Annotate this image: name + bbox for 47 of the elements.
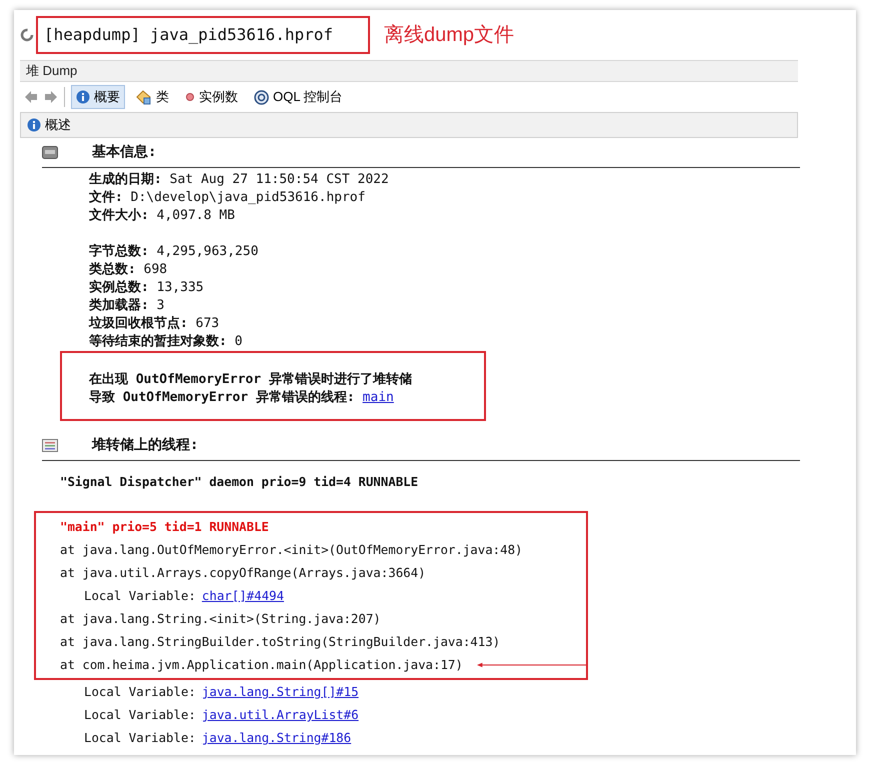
list-icon <box>42 439 58 452</box>
back-icon[interactable] <box>24 90 38 104</box>
annotation-text: 离线dump文件 <box>384 23 514 48</box>
toolbar-tab[interactable]: OQL 控制台 <box>249 85 348 109</box>
local-variable-label: Local Variable: <box>84 729 196 747</box>
info-icon <box>27 118 41 132</box>
info-row: 文件大小: 4,097.8 MB <box>89 207 235 225</box>
stack-frame: at java.lang.OutOfMemoryError.<init>(OutOfMemoryError.java:48) <box>60 538 523 561</box>
thread-link[interactable]: main <box>362 390 394 405</box>
section-heading: 堆转储上的线程: <box>92 436 198 455</box>
loading-icon <box>20 28 34 42</box>
memory-chip-icon <box>42 146 58 159</box>
variable-link[interactable]: char[]#4494 <box>202 584 284 607</box>
info-row: 等待结束的暂挂对象数: 0 <box>89 333 242 351</box>
oom-thread-message: 导致 OutOfMemoryError 异常错误的线程: main <box>89 389 394 407</box>
forward-icon[interactable] <box>44 90 58 104</box>
info-row: 生成的日期: Sat Aug 27 11:50:54 CST 2022 <box>89 171 389 189</box>
thread-header: "main" prio=5 tid=1 RUNNABLE <box>60 518 269 536</box>
info-row: 字节总数: 4,295,963,250 <box>89 243 258 261</box>
tab-header[interactable]: 堆 Dump <box>20 60 798 82</box>
section-heading: 基本信息: <box>92 143 156 162</box>
info-row: 文件: D:\develop\java_pid53616.hprof <box>89 189 366 207</box>
toolbar-tab[interactable]: 实例数 <box>180 85 243 109</box>
stack-frame: at java.util.Arrays.copyOfRange(Arrays.java:3664) <box>60 561 426 584</box>
dot-icon <box>185 92 195 102</box>
toolbar-tab[interactable]: 概要 <box>71 85 125 109</box>
local-variable-label: Local Variable: <box>84 706 196 724</box>
local-variable-label: Local Variable: <box>84 683 196 701</box>
info-row: 实例总数: 13,335 <box>89 279 204 297</box>
section-title: 概述 <box>45 116 71 134</box>
shapes-icon <box>136 90 152 104</box>
query-icon <box>254 90 269 104</box>
info-icon <box>76 90 90 104</box>
stack-frame: at com.heima.jvm.Application.main(Application.java:17) <box>60 653 463 676</box>
window-title: [heapdump] java_pid53616.hprof <box>44 24 333 46</box>
toolbar-tab[interactable]: 类 <box>131 85 174 109</box>
stack-frame: at java.lang.String.<init>(String.java:207) <box>60 607 381 630</box>
info-row: 类加载器: 3 <box>89 297 164 315</box>
local-variable-label: Local Variable: <box>84 587 196 605</box>
variable-link[interactable]: java.util.ArrayList#6 <box>202 703 359 726</box>
variable-link[interactable]: java.lang.String#186 <box>202 726 352 749</box>
variable-link[interactable]: java.lang.String[]#15 <box>202 680 359 703</box>
info-row: 垃圾回收根节点: 673 <box>89 315 220 333</box>
stack-frame: at java.lang.StringBuilder.toString(StringBuilder.java:413) <box>60 630 500 653</box>
thread-header: "Signal Dispatcher" daemon prio=9 tid=4 RUNNABLE <box>60 473 418 491</box>
oom-message: 在出现 OutOfMemoryError 异常错误时进行了堆转储 <box>89 371 412 389</box>
info-row: 类总数: 698 <box>89 261 168 279</box>
